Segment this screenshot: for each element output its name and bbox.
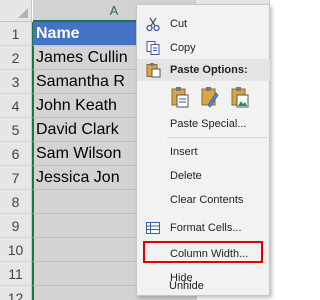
- row-header-7[interactable]: 7: [0, 166, 32, 190]
- scissors-icon: [145, 16, 161, 32]
- clipboard-icon: [145, 62, 161, 78]
- column-width-highlight-box: [143, 241, 263, 263]
- row-header-5[interactable]: 5: [0, 118, 32, 142]
- format-cells-icon: [145, 220, 161, 236]
- row-header-12[interactable]: 12: [0, 286, 32, 300]
- menu-item-format-cells[interactable]: Format Cells...: [137, 217, 270, 239]
- menu-item-format-cells-label: Format Cells...: [170, 222, 242, 234]
- menu-item-unhide[interactable]: Unhide: [136, 275, 269, 297]
- menu-item-paste-special[interactable]: Paste Special...: [137, 113, 270, 135]
- menu-item-insert[interactable]: Insert: [137, 141, 270, 163]
- menu-item-clear-contents-label: Clear Contents: [170, 194, 244, 206]
- menu-item-delete-label: Delete: [170, 170, 202, 182]
- menu-separator: [167, 137, 267, 138]
- menu-item-unhide-label: Unhide: [169, 280, 204, 292]
- context-menu: Cut Copy Paste Options: Paste Special...…: [136, 4, 270, 296]
- menu-item-paste-special-label: Paste Special...: [170, 118, 247, 130]
- paste-options-header: Paste Options:: [137, 59, 270, 81]
- paste-options-icons: [169, 85, 259, 109]
- row-header-2[interactable]: 2: [0, 46, 32, 70]
- row-header-9[interactable]: 9: [0, 214, 32, 238]
- menu-item-cut-label: Cut: [170, 18, 188, 30]
- row-header-6[interactable]: 6: [0, 142, 32, 166]
- row-header-8[interactable]: 8: [0, 190, 32, 214]
- select-all-icon: [18, 8, 28, 18]
- paste-formatting-icon[interactable]: [199, 85, 221, 109]
- row-header-10[interactable]: 10: [0, 238, 32, 262]
- copy-icon: [145, 40, 161, 56]
- menu-item-delete[interactable]: Delete: [137, 165, 270, 187]
- row-header-11[interactable]: 11: [0, 262, 32, 286]
- menu-item-clear-contents[interactable]: Clear Contents: [137, 189, 270, 211]
- paste-picture-icon[interactable]: [229, 85, 251, 109]
- menu-item-copy[interactable]: Copy: [137, 37, 270, 59]
- row-header-1[interactable]: 1: [0, 22, 32, 46]
- row-header-4[interactable]: 4: [0, 94, 32, 118]
- select-all-corner[interactable]: [0, 0, 32, 22]
- menu-item-cut[interactable]: Cut: [137, 13, 270, 35]
- row-header-3[interactable]: 3: [0, 70, 32, 94]
- menu-item-copy-label: Copy: [170, 42, 196, 54]
- paste-options-label: Paste Options:: [170, 64, 248, 76]
- paste-icon[interactable]: [169, 85, 191, 109]
- menu-item-insert-label: Insert: [170, 146, 198, 158]
